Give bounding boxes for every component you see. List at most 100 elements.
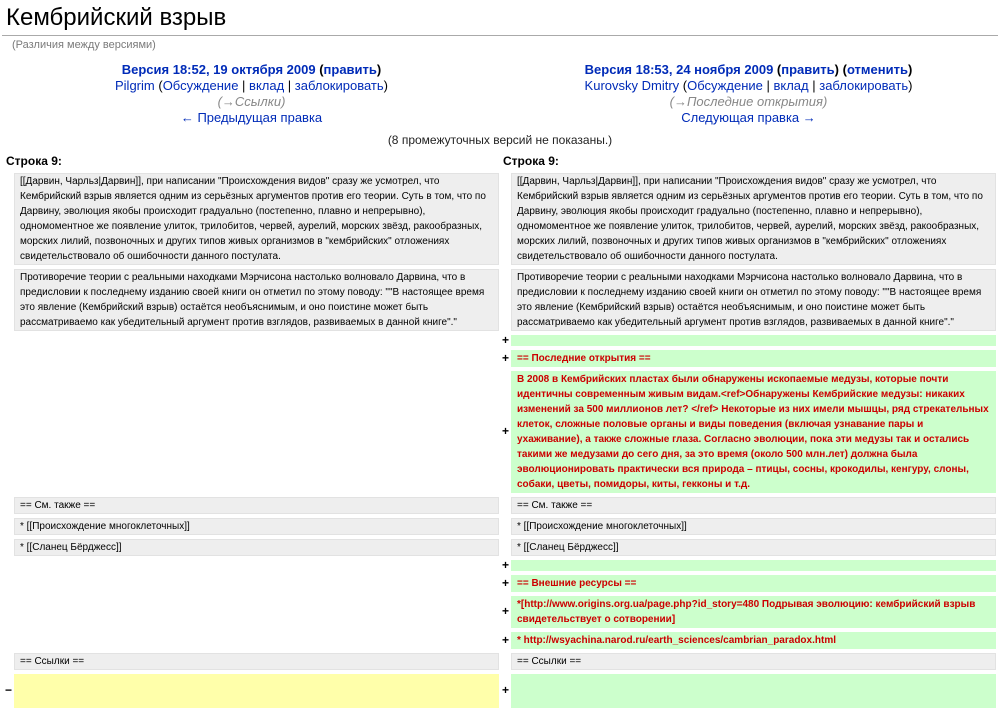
line-number-left: Строка 9: [4,153,499,169]
diff-marker-right: + [501,350,509,367]
old-contribs-link[interactable]: вклад [249,78,284,93]
diff-cell-old [14,350,499,367]
old-edit-link[interactable]: править [324,62,377,77]
diff-cell-new: * [[Сланец Бёрджесс]] [511,539,996,556]
diff-marker-left [4,560,12,571]
diff-marker-left [4,632,12,649]
diff-marker-left [4,371,12,493]
old-version-header: Версия 18:52, 19 октября 2009 (править)P… [4,62,499,128]
diff-marker-left [4,335,12,346]
diff-marker-right [501,653,509,670]
diff-marker-right: + [501,560,509,571]
diff-cell-new: == Последние открытия == [511,350,996,367]
diff-marker-left [4,269,12,331]
added-text: == Последние открытия == [517,353,651,364]
diff-cell-new: *[http://www.origins.org.ua/page.php?id_… [511,596,996,628]
new-block-link[interactable]: заблокировать [819,78,908,93]
diff-cell-new: * http://wsyachina.narod.ru/earth_scienc… [511,632,996,649]
old-version-line: Версия 18:52, 19 октября 2009 (править) [4,62,499,78]
new-undo-link[interactable]: отменить [847,62,908,77]
diff-row: + [4,560,996,571]
line-number-right: Строка 9: [501,153,996,169]
diff-marker-left [4,518,12,535]
diff-marker-right [501,269,509,331]
old-user-link[interactable]: Pilgrim [115,78,155,93]
diff-cell-old [14,632,499,649]
diff-cell-old: * [[Происхождение многоклеточных]] [14,518,499,535]
new-edit-link[interactable]: править [781,62,834,77]
old-user-line: Pilgrim (Обсуждение | вклад | заблокиров… [4,78,499,94]
diff-cell-old [14,335,499,346]
diff-marker-left [4,596,12,628]
hidden-revisions-row: (8 промежуточных версий не показаны.) [4,132,996,149]
diff-cell-new [511,674,996,708]
diff-cell-new: == См. также == [511,497,996,514]
diff-marker-left [4,653,12,670]
old-talk-link[interactable]: Обсуждение [163,78,239,93]
diff-marker-right: + [501,596,509,628]
diff-marker-left: − [4,674,12,708]
diff-cell-new: == Ссылки == [511,653,996,670]
diff-cell-new: * [[Происхождение многоклеточных]] [511,518,996,535]
line-number-row: Строка 9: Строка 9: [4,153,996,169]
diff-subtitle: (Различия между версиями) [12,39,998,51]
page: Кембрийский взрыв (Различия между версия… [0,0,1000,712]
diff-row: == Ссылки == == Ссылки == [4,653,996,670]
diff-cell-new: [[Дарвин, Чарльз|Дарвин]], при написании… [511,173,996,265]
hidden-revisions-notice: (8 промежуточных версий не показаны.) [4,132,996,149]
diff-cell-old [14,560,499,571]
new-talk-link[interactable]: Обсуждение [687,78,763,93]
diff-cell-new [511,335,996,346]
new-nav-line: Следующая правка → [501,110,996,126]
old-block-link[interactable]: заблокировать [295,78,384,93]
diff-cell-new: == Внешние ресурсы == [511,575,996,592]
diff-cell-old [14,575,499,592]
diff-marker-right [501,518,509,535]
new-user-line: Kurovsky Dmitry (Обсуждение | вклад | за… [501,78,996,94]
added-text: В 2008 в Кембрийских пластах были обнару… [517,374,989,490]
diff-cell-old: Противоречие теории с реальными находкам… [14,269,499,331]
diff-cell-old [14,674,499,708]
diff-table: Версия 18:52, 19 октября 2009 (править)P… [2,58,998,712]
new-version-line: Версия 18:53, 24 ноября 2009 (править) (… [501,62,996,78]
new-version-header: Версия 18:53, 24 ноября 2009 (править) (… [501,62,996,128]
new-nav-link[interactable]: Следующая правка → [681,110,816,125]
diff-row: + * http://wsyachina.narod.ru/earth_scien… [4,632,996,649]
diff-marker-right: + [501,371,509,493]
diff-cell-old: [[Дарвин, Чарльз|Дарвин]], при написании… [14,173,499,265]
diff-marker-left [4,497,12,514]
diff-marker-right [501,539,509,556]
diff-cell-old: * [[Сланец Бёрджесс]] [14,539,499,556]
diff-row: +== Внешние ресурсы == [4,575,996,592]
diff-row: * [[Происхождение многоклеточных]] * [[Пр… [4,518,996,535]
old-edit-summary: (→Ссылки) [4,94,499,110]
diff-row: == См. также == == См. также == [4,497,996,514]
diff-row: [[Дарвин, Чарльз|Дарвин]], при написании… [4,173,996,265]
diff-marker-right: + [501,674,509,708]
diff-marker-right: + [501,632,509,649]
new-edit-summary: (→Последние открытия) [501,94,996,110]
diff-row: + == Последние открытия == [4,350,996,367]
old-nav-link[interactable]: ← Предыдущая правка [181,110,322,125]
diff-cell-new [511,560,996,571]
new-user-link[interactable]: Kurovsky Dmitry [585,78,680,93]
diff-cell-new: Противоречие теории с реальными находкам… [511,269,996,331]
new-contribs-link[interactable]: вклад [773,78,808,93]
old-version-link[interactable]: Версия 18:52, 19 октября 2009 [122,62,316,77]
added-text: * http://wsyachina.narod.ru/earth_scienc… [517,635,836,646]
diff-cell-new: В 2008 в Кембрийских пластах были обнару… [511,371,996,493]
diff-marker-right [501,497,509,514]
diff-cell-old [14,371,499,493]
diff-marker-right [501,173,509,265]
diff-row: Противоречие теории с реальными находкам… [4,269,996,331]
new-version-link[interactable]: Версия 18:53, 24 ноября 2009 [585,62,774,77]
diff-row: + [4,335,996,346]
diff-cell-old: == Ссылки == [14,653,499,670]
diff-marker-right: + [501,335,509,346]
diff-marker-left [4,173,12,265]
diff-row: −+ [4,674,996,708]
added-text: == Внешние ресурсы == [517,578,636,589]
old-nav-line: ← Предыдущая правка [4,110,499,126]
diff-cell-old: == См. также == [14,497,499,514]
diff-row: * [[Сланец Бёрджесс]] * [[Сланец Бёрджесс… [4,539,996,556]
